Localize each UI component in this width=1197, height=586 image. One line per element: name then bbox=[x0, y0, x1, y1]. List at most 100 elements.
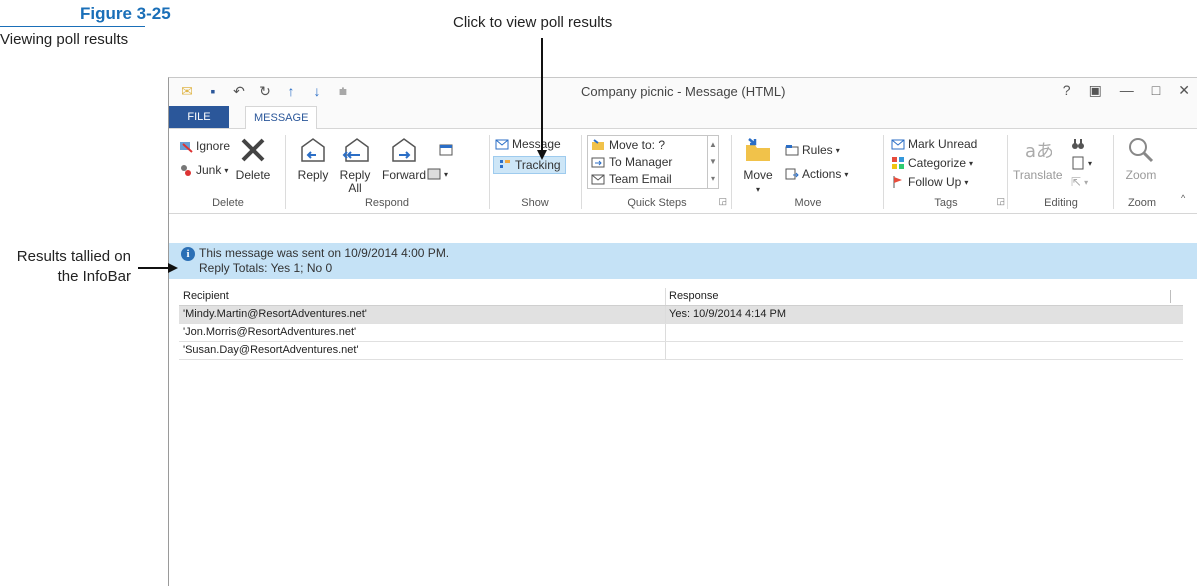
help-button[interactable]: ? bbox=[1063, 82, 1071, 99]
save-icon[interactable]: ▪ bbox=[205, 83, 221, 100]
undo-icon[interactable]: ↶ bbox=[231, 83, 247, 100]
zoom-group: Zoom Zoom bbox=[1117, 133, 1167, 211]
delete-group-label: Delete bbox=[212, 197, 244, 209]
move-group-label: Move bbox=[794, 197, 822, 209]
ribbon-separator bbox=[285, 135, 286, 209]
chevron-down-icon: ▾ bbox=[964, 177, 969, 187]
junk-icon bbox=[181, 165, 191, 176]
quick-step-label: Team Email bbox=[609, 171, 672, 186]
tab-message[interactable]: MESSAGE bbox=[245, 106, 318, 130]
chevron-down-icon: ▾ bbox=[1084, 177, 1089, 187]
more-respond-button[interactable]: ▾ bbox=[427, 167, 448, 181]
customize-qat-icon[interactable]: ⩧ bbox=[335, 83, 351, 100]
envelope-icon bbox=[891, 139, 905, 150]
follow-up-button[interactable]: Follow Up ▾ bbox=[891, 175, 968, 189]
window-title: Company picnic - Message (HTML) bbox=[581, 84, 786, 99]
translate-label: Translate bbox=[1013, 168, 1063, 182]
move-label: Move bbox=[743, 168, 773, 182]
tracking-button[interactable]: Tracking bbox=[493, 156, 566, 174]
categorize-button[interactable]: Categorize ▾ bbox=[891, 156, 973, 170]
reply-all-label-1: Reply bbox=[339, 168, 371, 182]
quick-steps-group-label: Quick Steps bbox=[627, 197, 687, 209]
quick-steps-group: Move to: ? To Manager Team Email ▲ ▼ ▾ Qui… bbox=[587, 133, 727, 211]
column-header-response[interactable]: Response bbox=[669, 290, 719, 302]
quick-step-move-to[interactable]: Move to: ? bbox=[588, 136, 718, 153]
ribbon-separator bbox=[1113, 135, 1114, 209]
table-row[interactable]: 'Jon.Morris@ResortAdventures.net' bbox=[179, 324, 1183, 342]
minimize-button[interactable]: — bbox=[1120, 82, 1134, 99]
recipient-cell: 'Jon.Morris@ResortAdventures.net' bbox=[183, 326, 357, 338]
quick-steps-scroll[interactable]: ▲ ▼ ▾ bbox=[707, 136, 718, 188]
magnifier-icon bbox=[1129, 138, 1154, 163]
quick-step-to-manager[interactable]: To Manager bbox=[588, 153, 718, 170]
select-button[interactable]: ⇱ ▾ bbox=[1071, 175, 1088, 189]
next-item-icon[interactable]: ↓ bbox=[309, 83, 325, 100]
tags-group-label: Tags bbox=[934, 197, 958, 209]
tags-group: Mark Unread Categorize ▾ Follow Up ▾ Tags … bbox=[887, 133, 1005, 211]
delete-button[interactable]: Delete bbox=[231, 135, 275, 182]
ribbon-separator bbox=[489, 135, 490, 209]
dialog-launcher-icon[interactable]: ◲ bbox=[718, 196, 727, 207]
column-divider[interactable] bbox=[665, 288, 666, 305]
quick-access-toolbar: ✉ ▪ ↶ ↻ ↑ ↓ ⩧ bbox=[179, 83, 351, 100]
mark-unread-button[interactable]: Mark Unread bbox=[891, 137, 977, 151]
ribbon-display-button[interactable]: ▣ bbox=[1089, 82, 1102, 99]
column-divider[interactable] bbox=[1170, 290, 1171, 303]
related-button[interactable]: ▾ bbox=[1071, 156, 1092, 170]
chevron-up-icon: ^ bbox=[1181, 193, 1186, 203]
move-group: Move ▾ Rules ▾ Actions ▾ Move bbox=[735, 133, 881, 211]
chevron-down-icon: ▾ bbox=[224, 165, 229, 175]
close-button[interactable]: ✕ bbox=[1178, 82, 1190, 99]
figure-number: Figure 3-25 bbox=[80, 4, 171, 23]
reply-button[interactable]: Reply bbox=[293, 135, 333, 182]
message-icon bbox=[495, 139, 509, 150]
envelope-icon: ✉ bbox=[181, 83, 193, 99]
team-email-icon bbox=[591, 174, 605, 184]
chevron-down-icon: ▾ bbox=[444, 169, 449, 179]
ribbon: Ignore Junk ▾ Delete Delete Reply Reply A… bbox=[169, 129, 1197, 214]
folder-move-icon bbox=[592, 138, 604, 150]
reply-all-button[interactable]: Reply All bbox=[335, 135, 375, 195]
collapse-ribbon-button[interactable]: ^ bbox=[1181, 193, 1185, 203]
title-bar: ✉ ▪ ↶ ↻ ↑ ↓ ⩧ Company picnic - Message (… bbox=[169, 78, 1197, 106]
categorize-label: Categorize bbox=[908, 156, 967, 170]
column-divider bbox=[665, 324, 666, 341]
tab-file[interactable]: FILE bbox=[169, 106, 229, 128]
junk-button[interactable]: Junk ▾ bbox=[179, 163, 228, 177]
find-button[interactable] bbox=[1071, 137, 1085, 151]
recipient-cell: 'Susan.Day@ResortAdventures.net' bbox=[183, 344, 359, 356]
move-button[interactable]: Move ▾ bbox=[737, 135, 779, 196]
forward-label: Forward bbox=[381, 168, 426, 182]
reply-label: Reply bbox=[297, 168, 329, 182]
translate-icon: aあ bbox=[1025, 141, 1052, 162]
forward-button[interactable]: Forward bbox=[379, 135, 429, 182]
actions-button[interactable]: Actions ▾ bbox=[785, 167, 848, 181]
column-header-recipient[interactable]: Recipient bbox=[183, 290, 229, 302]
ignore-button[interactable]: Ignore bbox=[179, 139, 230, 153]
ribbon-separator bbox=[731, 135, 732, 209]
to-manager-icon bbox=[591, 157, 605, 167]
mark-unread-label: Mark Unread bbox=[908, 137, 978, 151]
callout-infobar: Results tallied on the InfoBar bbox=[16, 248, 131, 285]
reply-all-icon bbox=[342, 138, 369, 162]
flag-icon bbox=[893, 176, 902, 188]
message-button[interactable]: Message bbox=[495, 137, 561, 151]
forward-icon bbox=[392, 138, 416, 162]
meeting-reply-button[interactable] bbox=[439, 143, 453, 157]
table-header: Recipient Response bbox=[179, 288, 1183, 306]
infobar: i This message was sent on 10/9/2014 4:0… bbox=[169, 243, 1197, 279]
figure-rule bbox=[0, 26, 145, 27]
rules-button[interactable]: Rules ▾ bbox=[785, 143, 840, 157]
zoom-button[interactable]: Zoom bbox=[1119, 135, 1163, 182]
redo-icon[interactable]: ↻ bbox=[257, 83, 273, 100]
response-cell: Yes: 10/9/2014 4:14 PM bbox=[669, 308, 787, 320]
table-row[interactable]: 'Mindy.Martin@ResortAdventures.net' Yes:… bbox=[179, 306, 1183, 324]
more-respond-icon bbox=[427, 168, 441, 180]
table-row[interactable]: 'Susan.Day@ResortAdventures.net' bbox=[179, 342, 1183, 360]
translate-button[interactable]: aあ Translate bbox=[1013, 135, 1063, 182]
message-window: ✉ ▪ ↶ ↻ ↑ ↓ ⩧ Company picnic - Message (… bbox=[168, 77, 1197, 586]
previous-item-icon[interactable]: ↑ bbox=[283, 83, 299, 100]
quick-step-team-email[interactable]: Team Email bbox=[588, 170, 718, 187]
maximize-button[interactable]: □ bbox=[1152, 82, 1160, 99]
dialog-launcher-icon[interactable]: ◲ bbox=[996, 196, 1005, 207]
